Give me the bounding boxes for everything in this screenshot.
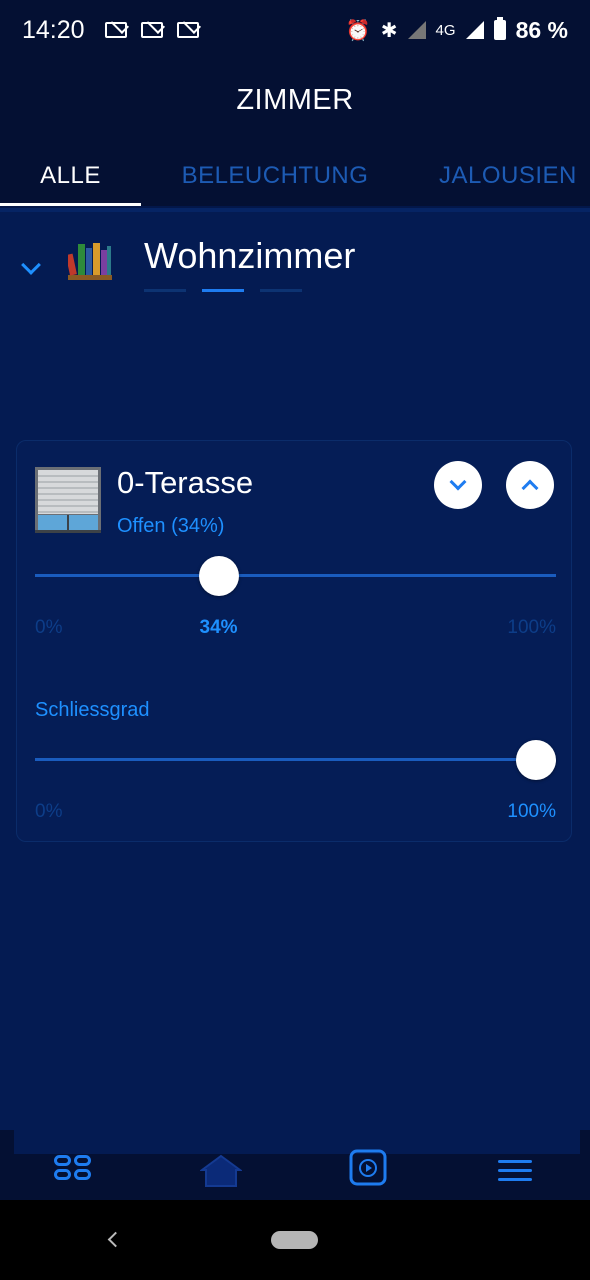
app-screen: 14:20 ⏰ ✱ 4G 86 % ZIMMER ALLE BELEUCHTUN… xyxy=(0,0,590,1280)
books-icon xyxy=(68,243,112,280)
tab-bar: ALLE BELEUCHTUNG JALOUSIEN xyxy=(0,140,590,206)
back-icon[interactable] xyxy=(107,1231,124,1248)
battery-icon xyxy=(493,17,506,40)
tab-jalousien[interactable]: JALOUSIEN xyxy=(409,140,590,206)
page-dot xyxy=(260,289,302,292)
page-dot xyxy=(144,289,186,292)
menu-icon[interactable] xyxy=(498,1160,532,1200)
signal-icon xyxy=(407,21,426,39)
slider-min-label: 0% xyxy=(35,617,63,638)
slider-thumb[interactable] xyxy=(198,556,239,596)
position-slider[interactable] xyxy=(35,556,556,596)
shutter-icon xyxy=(35,467,101,533)
chevron-down-icon xyxy=(449,473,467,491)
tab-alle[interactable]: ALLE xyxy=(0,140,141,206)
alarm-icon: ⏰ xyxy=(345,19,371,42)
home-pill[interactable] xyxy=(271,1231,318,1249)
room-header[interactable]: Wohnzimmer xyxy=(18,232,578,292)
main-content: Wohnzimmer 0-Terasse Offen (34%) 0% 34% … xyxy=(0,208,590,1130)
chevron-up-icon xyxy=(521,479,539,497)
chevron-down-icon[interactable] xyxy=(21,255,41,275)
slider-max-label: 100% xyxy=(507,801,556,822)
page-indicator xyxy=(144,289,302,292)
tab-beleuchtung[interactable]: BELEUCHTUNG xyxy=(141,140,409,206)
mail-icon xyxy=(140,22,163,38)
mail-icon xyxy=(104,22,127,38)
slider-track xyxy=(35,574,556,577)
page-title: ZIMMER xyxy=(0,60,590,140)
home-icon[interactable] xyxy=(200,1150,242,1190)
slider-track xyxy=(35,758,556,761)
signal-icon xyxy=(465,21,484,39)
slider-thumb[interactable] xyxy=(516,740,556,780)
shutter-up-button[interactable] xyxy=(506,461,554,509)
device-status: Offen (34%) xyxy=(117,515,225,537)
room-title: Wohnzimmer xyxy=(144,235,356,276)
content-sheet-edge xyxy=(14,1120,580,1154)
slider-max-label: 100% xyxy=(507,617,556,638)
page-dot-active xyxy=(202,289,244,292)
closing-scale: 0% 100% xyxy=(35,801,556,827)
device-name: 0-Terasse xyxy=(117,465,254,500)
status-right: ⏰ ✱ 4G 86 % xyxy=(346,17,568,44)
bluetooth-icon: ✱ xyxy=(380,19,398,42)
system-nav-bar xyxy=(0,1200,590,1280)
device-card: 0-Terasse Offen (34%) 0% 34% 100% Schlie… xyxy=(16,440,572,842)
grid-icon[interactable] xyxy=(54,1155,94,1195)
position-scale: 0% 34% 100% xyxy=(35,617,556,643)
notification-icons xyxy=(104,22,199,38)
network-type: 4G xyxy=(435,21,456,39)
closing-slider[interactable] xyxy=(35,740,556,780)
mail-icon xyxy=(176,22,199,38)
status-bar: 14:20 ⏰ ✱ 4G 86 % xyxy=(0,0,590,60)
battery-level: 86 % xyxy=(515,16,568,43)
status-time: 14:20 xyxy=(22,15,85,44)
slider-min-label: 0% xyxy=(35,801,63,822)
shutter-down-button[interactable] xyxy=(434,461,482,509)
closing-degree-label: Schliessgrad xyxy=(35,699,150,721)
slider-value-label: 34% xyxy=(199,617,238,638)
play-icon[interactable] xyxy=(348,1148,388,1188)
